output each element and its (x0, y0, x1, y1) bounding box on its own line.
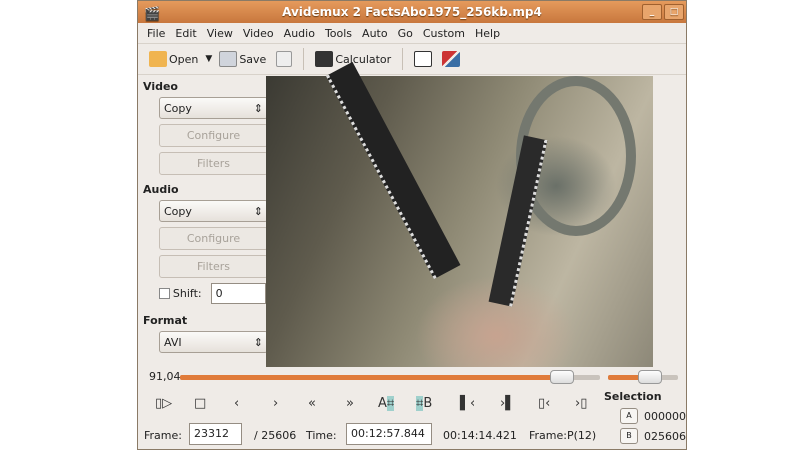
window-title: Avidemux 2 FactsAbo1975_256kb.mp4 (282, 5, 542, 19)
audio-heading: Audio (143, 183, 179, 196)
menu-tools[interactable]: Tools (320, 27, 357, 40)
duration: 00:14:14.421 (443, 429, 517, 442)
video-filters-button[interactable]: Filters (159, 152, 268, 175)
menu-file[interactable]: File (142, 27, 170, 40)
film-strip (326, 61, 461, 280)
audio-codec-select[interactable]: Copy ⇕ (159, 200, 268, 222)
audio-configure-button[interactable]: Configure (159, 227, 268, 250)
spin-arrows-icon: ⇕ (253, 335, 263, 349)
selection-a-button[interactable]: A (620, 408, 638, 424)
shift-checkbox[interactable] (159, 288, 170, 299)
menu-edit[interactable]: Edit (170, 27, 201, 40)
prev-frame-button[interactable]: ‹ (234, 396, 239, 411)
film-strip (488, 135, 548, 307)
menu-custom[interactable]: Custom (418, 27, 470, 40)
video-codec-select[interactable]: Copy ⇕ (159, 97, 268, 119)
save-button[interactable]: Save (216, 49, 269, 69)
menu-go[interactable]: Go (393, 27, 418, 40)
seek-thumb[interactable] (550, 370, 575, 384)
format-heading: Format (143, 314, 188, 327)
maximize-button[interactable]: □ (664, 4, 684, 20)
play-button[interactable]: ▯▷ (155, 396, 172, 411)
minimize-button[interactable]: _ (642, 4, 662, 20)
menu-video[interactable]: Video (238, 27, 279, 40)
marker-b-label: B (423, 396, 433, 411)
video-preview (266, 61, 653, 367)
seek-slider[interactable] (180, 370, 600, 384)
toolbar-separator (303, 48, 305, 70)
set-marker-a-button[interactable]: A⌗ (378, 396, 395, 411)
selection-a-value: 000000 (644, 410, 686, 423)
calculator-icon (315, 51, 334, 67)
goto-marker-b-button[interactable]: ›▌ (500, 396, 515, 411)
format-select[interactable]: AVI ⇕ (159, 331, 268, 353)
frame-input[interactable]: 23312 (189, 423, 242, 445)
preview-button[interactable] (411, 49, 435, 69)
spin-arrows-icon: ⇕ (253, 204, 263, 218)
shift-input[interactable]: 0 (210, 283, 266, 304)
video-codec-value: Copy (164, 101, 192, 115)
app-icon: 🎬 (144, 7, 161, 22)
selection-heading: Selection (604, 390, 662, 403)
audio-filters-button[interactable]: Filters (159, 255, 268, 278)
menu-audio[interactable]: Audio (279, 27, 320, 40)
toolbar-separator (402, 48, 404, 70)
app-window: 🎬 Avidemux 2 FactsAbo1975_256kb.mp4 _ □ … (137, 0, 687, 450)
properties-button[interactable] (273, 49, 295, 69)
next-keyframe-button[interactable]: ›▯ (575, 396, 587, 411)
save-label: Save (239, 52, 267, 66)
total-frames: / 25606 (254, 429, 297, 442)
spin-arrows-icon: ⇕ (253, 101, 263, 115)
open-label: Open (169, 52, 199, 66)
next-frame-button[interactable]: › (273, 396, 278, 411)
rewind-button[interactable]: « (308, 396, 316, 411)
fast-forward-button[interactable]: » (346, 396, 354, 411)
open-dropdown-icon[interactable]: ▼ (205, 54, 212, 64)
format-value: AVI (164, 335, 182, 349)
menu-auto[interactable]: Auto (357, 27, 393, 40)
volume-slider[interactable] (608, 370, 678, 384)
menu-view[interactable]: View (202, 27, 238, 40)
volume-thumb[interactable] (638, 370, 662, 384)
shift-label: Shift: (172, 287, 202, 300)
preview-icon (414, 51, 433, 67)
selection-b-value: 025606 (644, 430, 686, 443)
set-marker-b-button[interactable]: ⌗B (416, 396, 432, 411)
goto-marker-a-button[interactable]: ▌‹ (460, 396, 475, 411)
calculator-label: Calculator (335, 52, 392, 66)
prev-keyframe-button[interactable]: ▯‹ (538, 396, 550, 411)
menu-bar: File Edit View Video Audio Tools Auto Go… (138, 23, 686, 44)
stop-button[interactable]: □ (194, 396, 206, 411)
audio-codec-value: Copy (164, 204, 192, 218)
properties-icon (276, 51, 293, 67)
swap-icon (442, 51, 461, 67)
video-heading: Video (143, 80, 178, 93)
title-bar: 🎬 Avidemux 2 FactsAbo1975_256kb.mp4 _ □ (138, 1, 686, 23)
time-input[interactable]: 00:12:57.844 (346, 423, 432, 445)
open-button[interactable]: Open (146, 49, 201, 69)
toolbar: Open ▼ Save Calculator (138, 44, 686, 75)
position-readout: 91,04 (149, 370, 181, 383)
frame-type: Frame:P(12) (529, 429, 597, 442)
seek-fill (180, 375, 563, 380)
folder-icon (149, 51, 167, 67)
video-configure-button[interactable]: Configure (159, 124, 268, 147)
time-label: Time: (306, 429, 337, 442)
frame-label: Frame: (144, 429, 182, 442)
menu-help[interactable]: Help (470, 27, 505, 40)
marker-a-label: A (378, 396, 387, 411)
selection-b-button[interactable]: B (620, 428, 638, 444)
swap-display-button[interactable] (439, 49, 463, 69)
floppy-icon (219, 51, 238, 67)
settings-panel: Video Copy ⇕ Configure Filters Audio Copy… (138, 76, 268, 366)
